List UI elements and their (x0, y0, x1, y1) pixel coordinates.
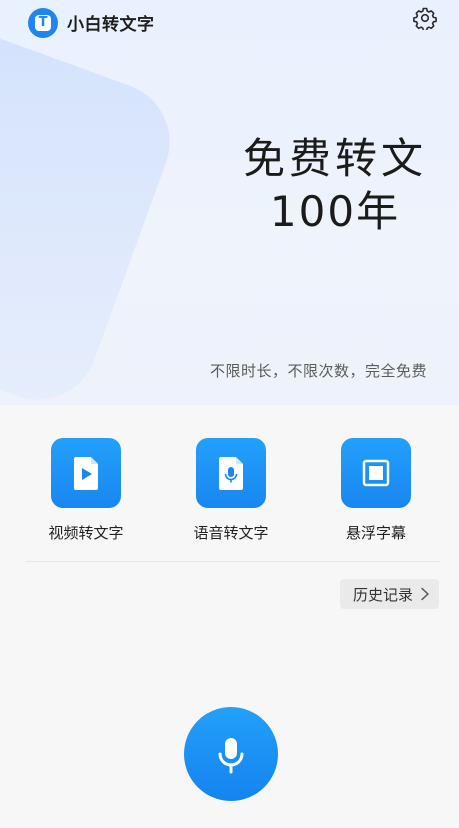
floating-window-icon (362, 459, 390, 487)
top-bar: T 小白转文字 (0, 0, 459, 44)
feature-tile-audio[interactable] (196, 438, 266, 508)
settings-gear-icon[interactable] (413, 6, 437, 32)
hero-headline-line1: 免费转文 (242, 134, 427, 183)
app-logo-letter: T (38, 15, 48, 30)
record-mic-button[interactable] (184, 707, 278, 801)
hero-banner: T 小白转文字 免费转文 100年 不限时长，不限次数，完全免费 (0, 0, 459, 405)
app-title: 小白转文字 (67, 15, 155, 35)
audio-file-icon (219, 457, 243, 490)
hero-headline-line2: 100年 (269, 187, 401, 236)
feature-video-to-text[interactable]: 视频转文字 (26, 438, 146, 543)
video-file-icon (74, 457, 98, 490)
hero-headline: 免费转文 100年 (243, 133, 427, 239)
app-logo-icon: T (28, 8, 58, 38)
hero-subtitle: 不限时长，不限次数，完全免费 (209, 362, 427, 380)
section-divider (26, 561, 440, 562)
feature-label-video: 视频转文字 (48, 524, 124, 542)
chevron-right-icon (421, 587, 429, 601)
feature-label-floating: 悬浮字幕 (345, 524, 406, 542)
microphone-icon (218, 738, 244, 774)
feature-tile-video[interactable] (51, 438, 121, 508)
history-button[interactable]: 历史记录 (340, 579, 439, 609)
history-label: 历史记录 (353, 586, 414, 604)
feature-tile-floating[interactable] (341, 438, 411, 508)
feature-floating-subtitles[interactable]: 悬浮字幕 (316, 438, 436, 543)
feature-label-audio: 语音转文字 (193, 524, 269, 542)
feature-grid: 视频转文字 语音转文字 悬浮字幕 (0, 438, 459, 548)
feature-audio-to-text[interactable]: 语音转文字 (171, 438, 291, 543)
hero-decoration (0, 0, 187, 405)
